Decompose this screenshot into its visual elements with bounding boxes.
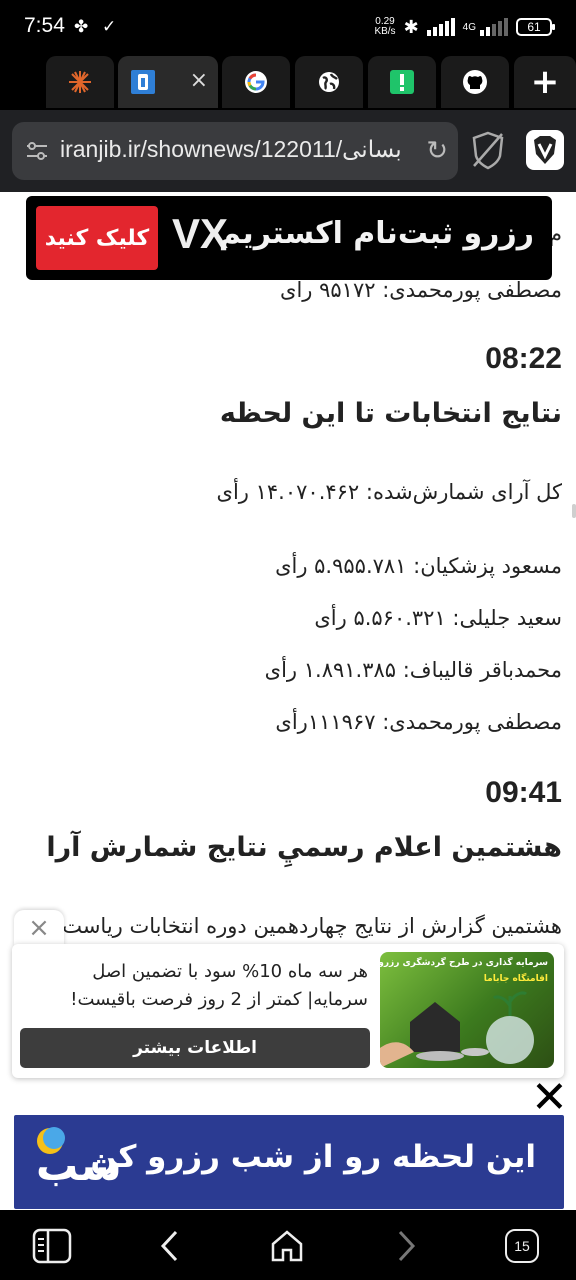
- home-icon: [271, 1230, 303, 1262]
- ad-card-line-1: هر سه ماه 10% سود با تضمین اصل: [92, 961, 368, 982]
- top-ad-banner[interactable]: کلیک کنید VX رزرو ثبت‌نام اکستریم: [26, 196, 552, 280]
- tab-5[interactable]: [368, 56, 436, 108]
- iranjib-favicon-icon: [131, 70, 155, 94]
- browser-toolbar: iranjib.ir/shownews/122011/بسانی ↻: [0, 110, 576, 192]
- timestamp-2: 09:41: [485, 776, 562, 809]
- tab-switcher-button[interactable]: 15: [500, 1224, 544, 1268]
- battery-icon: 61: [516, 18, 555, 36]
- new-tab-button[interactable]: +: [514, 56, 576, 108]
- tab-3[interactable]: [222, 56, 290, 108]
- tab-1[interactable]: [46, 56, 114, 108]
- url-text: iranjib.ir/shownews/122011/بسانی: [60, 136, 402, 162]
- tab-6[interactable]: [441, 56, 509, 108]
- bottom-ad-close-icon[interactable]: ✕: [531, 1076, 568, 1120]
- ad-card-image: سرمایه گذاری در طرح گردشگری رزرو اقامتگا…: [380, 952, 554, 1068]
- brave-shields-icon[interactable]: [470, 130, 506, 170]
- cell-signal-icon: [480, 18, 508, 36]
- ad-click-button[interactable]: کلیک کنید: [36, 206, 158, 270]
- total-votes-line: کل آرای شمارش‌شده: ۱۴.۰۷۰.۴۶۲ رأی: [216, 480, 562, 504]
- ad-text: رزرو ثبت‌نام اکستریم: [218, 216, 534, 251]
- battery-level: 61: [527, 20, 541, 34]
- asterisk-favicon-icon: [69, 71, 91, 93]
- brave-rewards-button[interactable]: [526, 130, 564, 170]
- home-button[interactable]: [265, 1224, 309, 1268]
- brave-logo-icon: [534, 136, 556, 164]
- card-ad-close-button[interactable]: ×: [14, 910, 64, 946]
- forward-arrow-icon: [398, 1230, 416, 1262]
- native-ad-card[interactable]: سرمایه گذاری در طرح گردشگری رزرو اقامتگا…: [12, 944, 564, 1078]
- status-time: 7:54: [24, 14, 65, 37]
- bottom-ad-banner[interactable]: شب این لحظه رو از شب رزرو کن: [14, 1115, 564, 1209]
- reload-icon[interactable]: ↻: [420, 136, 448, 166]
- more-info-button[interactable]: اطلاعات بیشتر: [20, 1028, 370, 1068]
- back-arrow-icon: [160, 1230, 178, 1262]
- candidate-result-line: محمدباقر قالیباف: ۱.۸۹۱.۳۸۵ رأی: [264, 658, 562, 682]
- house-coins-illustration-icon: [380, 991, 534, 1068]
- sidebar-icon: [32, 1228, 72, 1264]
- news-heading-2: هشتمین اعلام رسميِ نتایج شمارش آرا: [46, 832, 562, 863]
- bluetooth-icon: ✱: [403, 16, 419, 38]
- google-favicon-icon: [245, 71, 267, 93]
- tab-active-iranjib[interactable]: ×: [118, 56, 218, 108]
- bookmarks-button[interactable]: [30, 1224, 74, 1268]
- back-button[interactable]: [148, 1224, 192, 1268]
- github-favicon-icon: [463, 70, 487, 94]
- news-heading-1: نتایج انتخابات تا این لحظه: [219, 398, 562, 429]
- check-notification-icon: ✓: [102, 17, 117, 37]
- tabs-count: 15: [505, 1229, 539, 1263]
- forward-button[interactable]: [384, 1224, 428, 1268]
- ad-card-text: هر سه ماه 10% سود با تضمین اصل سرمایه| ک…: [28, 958, 368, 1014]
- fan-notification-icon: ✤: [74, 17, 89, 37]
- timestamp-1: 08:22: [485, 342, 562, 375]
- address-bar[interactable]: iranjib.ir/shownews/122011/بسانی ↻: [12, 122, 458, 180]
- status-bar: 7:54 ✤ ✓ 0.29 KB/s ✱ 4G 61: [0, 0, 576, 54]
- network-type: 4G: [462, 21, 476, 33]
- site-settings-icon[interactable]: [26, 140, 48, 162]
- result-line-previous: مصطفی پورمحمدی: ۹۵۱۷۲ رای: [280, 278, 562, 302]
- tab-4[interactable]: [295, 56, 363, 108]
- plus-icon: +: [530, 62, 560, 102]
- close-icon: ×: [28, 913, 50, 943]
- wifi-signal-icon: [426, 18, 455, 36]
- exclamation-favicon-icon: [390, 70, 414, 94]
- network-speed: 0.29 KB/s: [374, 17, 395, 37]
- candidate-result-line: مصطفی پورمحمدی: ۱۱۱۹۶۷رأی: [275, 710, 562, 734]
- status-indicators: 0.29 KB/s ✱ 4G 61: [374, 14, 555, 40]
- web-content: م کلیک کنید VX رزرو ثبت‌نام اکستریم مصطف…: [0, 192, 576, 1210]
- ad-card-line-2: سرمایه| کمتر از 2 روز فرصت باقیست!: [70, 989, 368, 1010]
- bottom-navigation: 15: [0, 1210, 576, 1280]
- paragraph-start: هشتمین گزارش از نتایج چهاردهمین دوره انت…: [62, 914, 562, 938]
- bottom-ad-text: این لحظه رو از شب رزرو کن: [90, 1139, 536, 1175]
- close-tab-icon[interactable]: ×: [190, 70, 208, 92]
- candidate-result-line: مسعود پزشکیان: ۵.۹۵۵.۷۸۱ رأی: [275, 554, 562, 578]
- scroll-indicator[interactable]: [572, 504, 576, 518]
- network-speed-unit: KB/s: [374, 26, 396, 37]
- candidate-result-line: سعید جلیلی: ۵.۵۶۰.۳۲۱ رأی: [314, 606, 562, 630]
- globe-favicon-icon: [319, 72, 339, 92]
- tab-strip: × +: [0, 54, 576, 110]
